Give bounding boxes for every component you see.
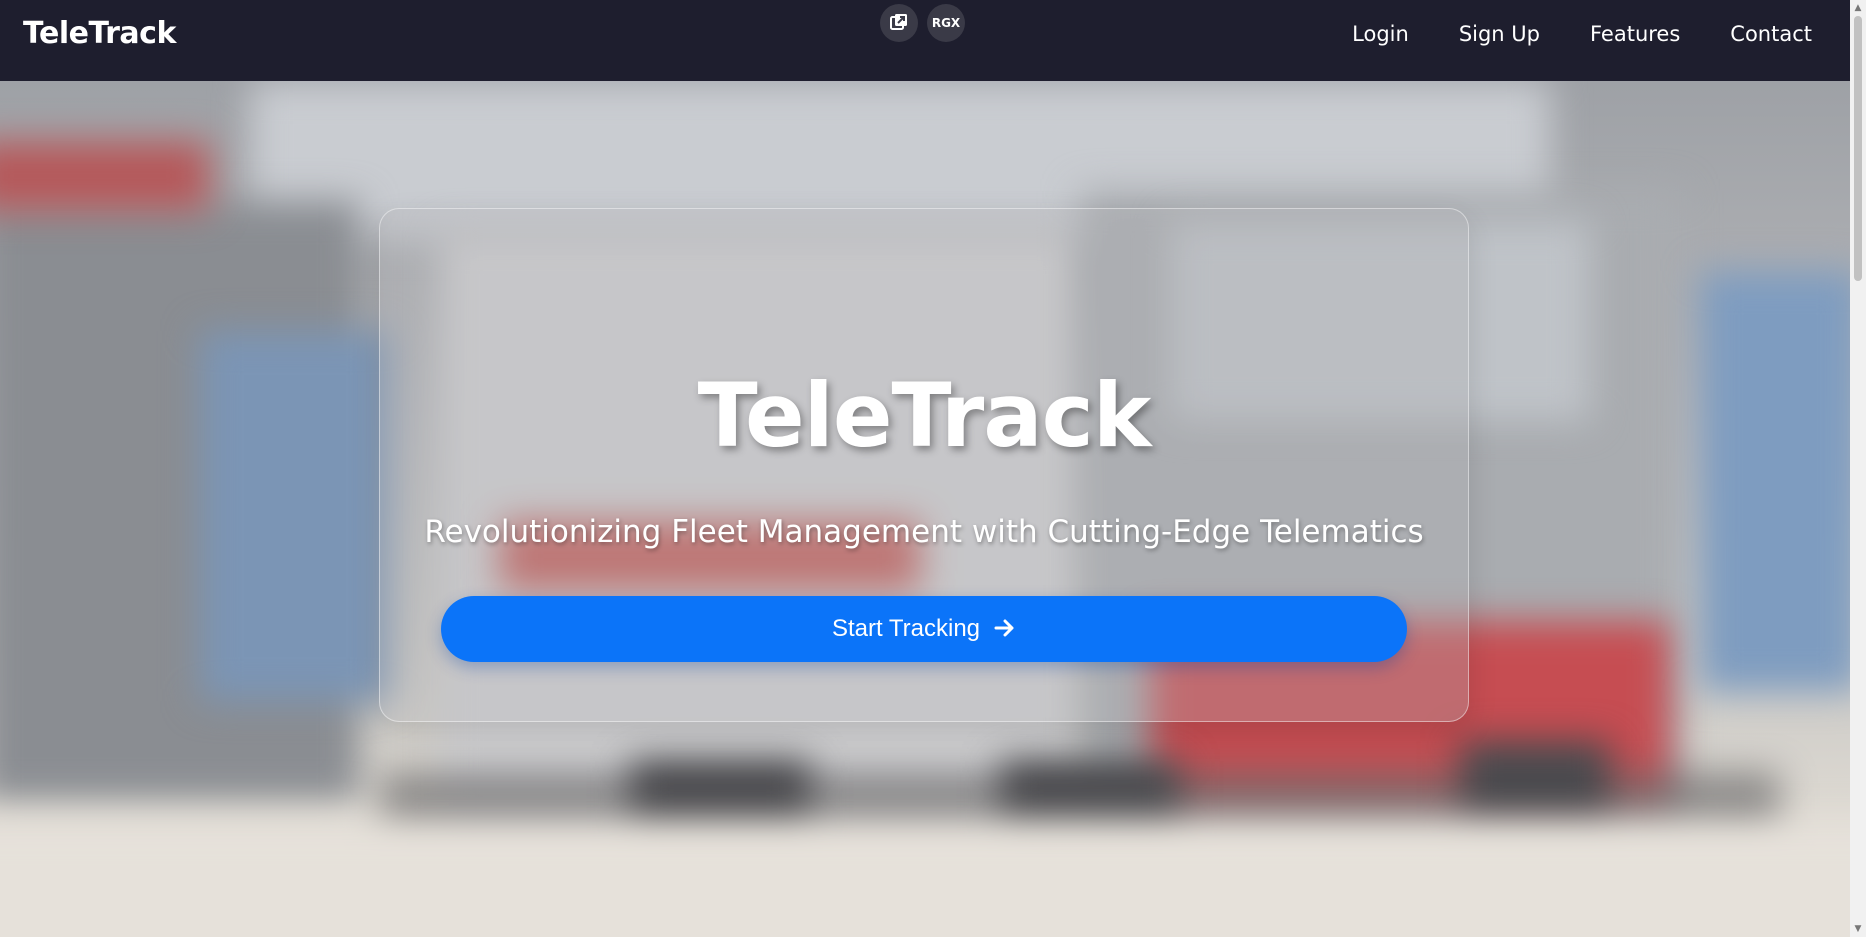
hero-card: TeleTrack Revolutionizing Fleet Manageme…	[379, 208, 1469, 722]
start-tracking-button[interactable]: Start Tracking	[441, 596, 1407, 662]
scroll-down-icon[interactable]: ▼	[1850, 921, 1866, 937]
start-tracking-label: Start Tracking	[831, 615, 981, 642]
nav-contact[interactable]: Contact	[1730, 22, 1812, 46]
brand-logo[interactable]: TeleTrack	[23, 16, 176, 51]
top-navbar: TeleTrack RGX Login Sign Up Features Con…	[0, 0, 1850, 81]
hero-subtitle: Revolutionizing Fleet Management with Cu…	[424, 514, 1424, 550]
scroll-thumb[interactable]	[1854, 16, 1862, 281]
nav-features[interactable]: Features	[1590, 22, 1680, 46]
hero-title: TeleTrack	[697, 364, 1152, 467]
scroll-up-icon[interactable]: ▲	[1850, 0, 1866, 16]
rgx-button[interactable]: RGX	[927, 4, 965, 42]
main-nav: Login Sign Up Features Contact	[1352, 22, 1812, 46]
arrow-right-icon	[994, 614, 1016, 645]
nav-login[interactable]: Login	[1352, 22, 1409, 46]
external-window-icon	[889, 12, 909, 35]
page-scrollbar[interactable]: ▲ ▼	[1850, 0, 1866, 937]
external-window-button[interactable]	[880, 4, 918, 42]
rgx-badge-label: RGX	[931, 16, 961, 30]
nav-sign-up[interactable]: Sign Up	[1459, 22, 1540, 46]
